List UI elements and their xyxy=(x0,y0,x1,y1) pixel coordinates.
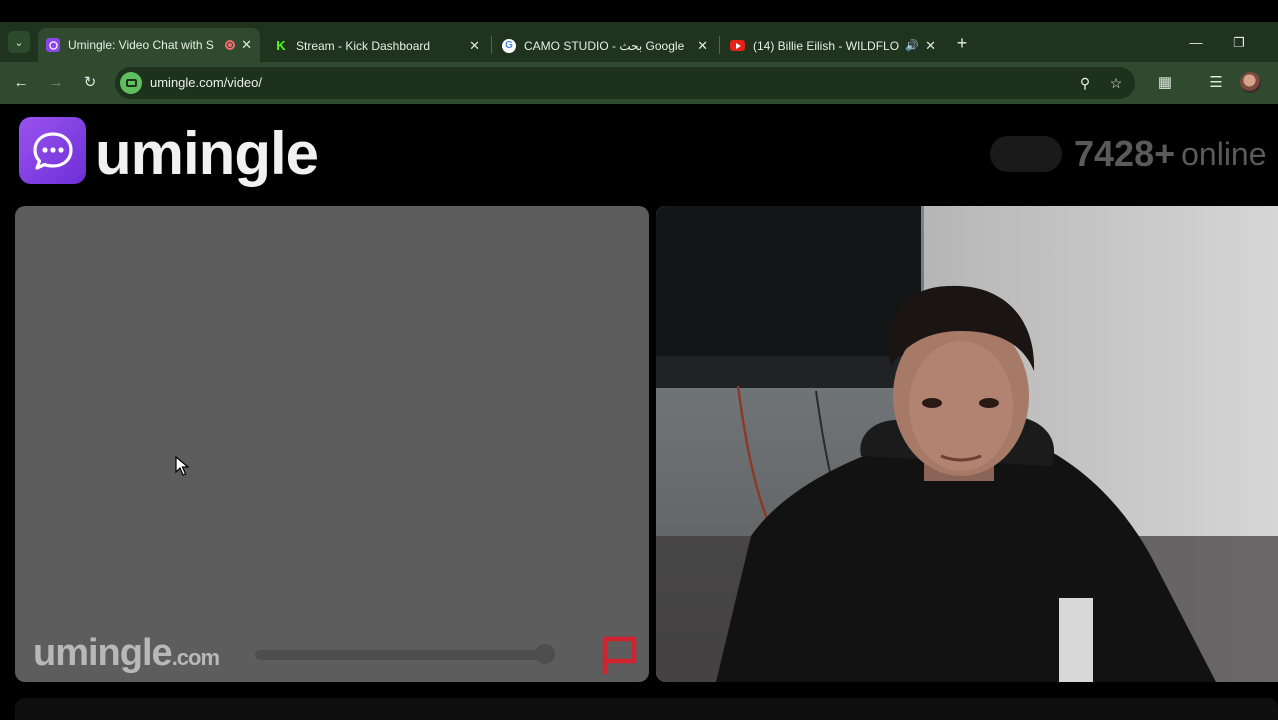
watermark-suffix: .com xyxy=(171,645,220,670)
tab-title: Stream - Kick Dashboard xyxy=(296,38,431,53)
tab-title: Umingle: Video Chat with S xyxy=(68,38,214,52)
tab-umingle[interactable]: Umingle: Video Chat with S ✕ xyxy=(38,28,260,62)
address-bar[interactable]: umingle.com/video/ ⚲ ☆ xyxy=(115,67,1135,99)
volume-slider-track[interactable] xyxy=(255,650,547,660)
tab-separator xyxy=(491,36,492,54)
tab-bar: ⌄ Umingle: Video Chat with S ✕ K Stream … xyxy=(0,22,1278,62)
reload-icon[interactable]: ↻ xyxy=(80,73,100,93)
back-arrow-icon[interactable]: ← xyxy=(11,73,31,93)
close-tab-icon[interactable]: ✕ xyxy=(925,38,936,54)
camera-feed-image xyxy=(656,206,1278,682)
close-tab-icon[interactable]: ✕ xyxy=(241,37,252,53)
close-tab-icon[interactable]: ✕ xyxy=(697,38,708,54)
online-count: 7428+ xyxy=(1074,133,1176,174)
watermark: umingle.com xyxy=(33,632,220,675)
bookmark-star-icon[interactable]: ☆ xyxy=(1106,73,1126,93)
google-favicon-icon: G xyxy=(502,38,516,53)
stranger-video-panel[interactable]: umingle.com xyxy=(15,206,649,682)
tab-title: CAMO STUDIO - بحث Google xyxy=(524,38,685,53)
zoom-icon[interactable]: ⚲ xyxy=(1075,73,1095,93)
recording-icon xyxy=(225,40,236,50)
youtube-favicon-icon xyxy=(730,40,745,51)
volume-slider-thumb[interactable] xyxy=(535,644,555,664)
mouse-cursor-icon xyxy=(175,456,189,476)
speaker-icon[interactable]: 🔊 xyxy=(905,39,919,52)
umingle-favicon-icon xyxy=(46,38,60,52)
profile-avatar[interactable] xyxy=(1240,72,1261,93)
bottom-controls-bar xyxy=(15,698,1278,720)
self-camera-panel xyxy=(656,206,1278,682)
chevron-down-icon: ⌄ xyxy=(14,36,24,49)
tab-title: (14) Billie Eilish - WILDFLOW xyxy=(753,38,900,53)
tab-kick[interactable]: K Stream - Kick Dashboard ✕ xyxy=(266,29,488,62)
top-strip xyxy=(0,0,1278,22)
tab-google[interactable]: G CAMO STUDIO - بحث Google ✕ xyxy=(494,29,716,62)
url-text[interactable]: umingle.com/video/ xyxy=(150,75,262,90)
tab-separator xyxy=(719,36,720,54)
tab-youtube[interactable]: (14) Billie Eilish - WILDFLOW 🔊 ✕ xyxy=(722,29,944,62)
camera-in-use-icon[interactable] xyxy=(120,72,142,94)
page-content: umingle 7428+ online umingle.com xyxy=(0,104,1278,720)
forward-arrow-icon[interactable]: → xyxy=(46,73,66,93)
close-tab-icon[interactable]: ✕ xyxy=(469,38,480,54)
restore-window-icon[interactable]: ❐ xyxy=(1229,33,1249,53)
umingle-logo-icon[interactable] xyxy=(19,117,86,184)
tab-search-button[interactable]: ⌄ xyxy=(8,31,30,53)
media-controls-icon[interactable]: ☰ xyxy=(1206,73,1226,93)
watermark-text: umingle xyxy=(33,632,173,674)
kick-favicon-icon: K xyxy=(274,38,288,53)
new-tab-button[interactable]: + xyxy=(952,33,972,53)
minimize-icon[interactable]: — xyxy=(1186,33,1206,53)
site-logo-text[interactable]: umingle xyxy=(95,114,319,194)
toolbar: ← → ↻ umingle.com/video/ ⚲ ☆ ▦ ☰ xyxy=(0,62,1278,104)
extensions-puzzle-icon[interactable]: ▦ xyxy=(1155,73,1175,93)
report-flag-icon[interactable] xyxy=(599,634,641,676)
online-indicator: 7428+ online xyxy=(990,133,1267,174)
online-label: online xyxy=(1181,135,1267,172)
online-toggle[interactable] xyxy=(990,136,1062,172)
